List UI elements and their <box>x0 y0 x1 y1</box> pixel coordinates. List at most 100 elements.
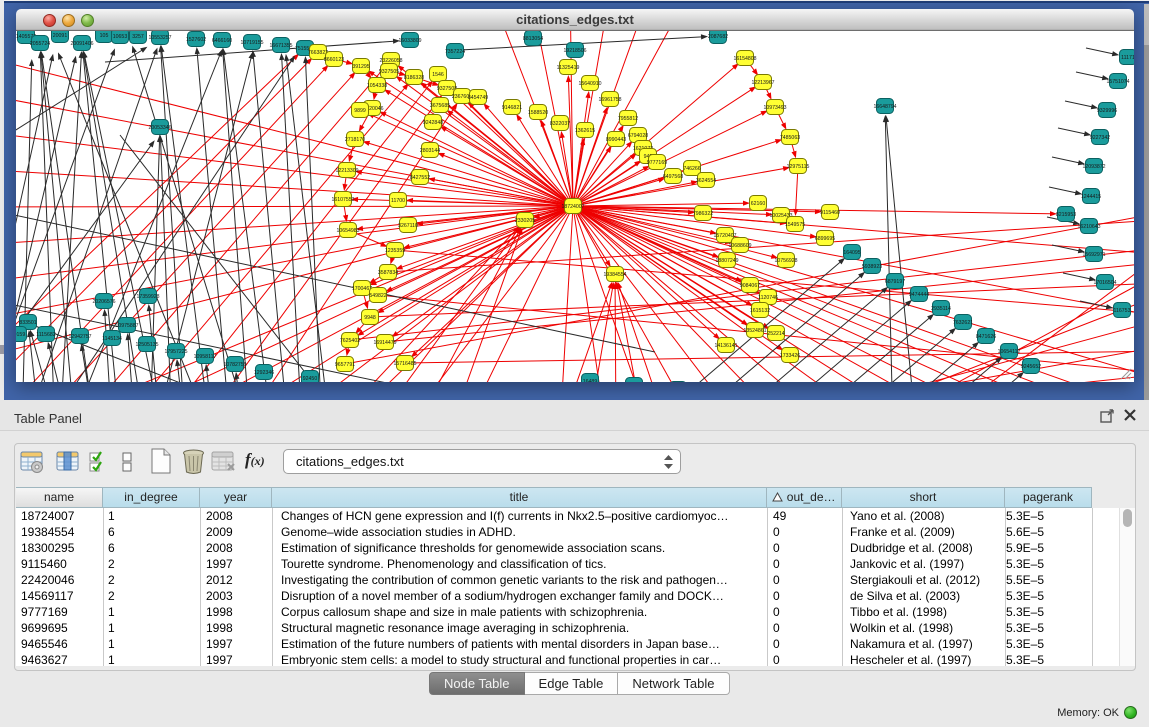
svg-text:9327505: 9327505 <box>379 69 399 75</box>
svg-text:10553257: 10553257 <box>148 35 171 41</box>
svg-text:252214: 252214 <box>767 331 784 337</box>
svg-text:3257: 3257 <box>132 34 144 40</box>
svg-text:7632621: 7632621 <box>953 320 973 326</box>
svg-text:6879197: 6879197 <box>885 279 905 285</box>
svg-text:2935114: 2935114 <box>931 306 951 312</box>
svg-text:2087682: 2087682 <box>708 34 728 40</box>
svg-text:12213967: 12213967 <box>751 80 774 86</box>
svg-text:16961758: 16961758 <box>598 97 621 103</box>
svg-text:6466160: 6466160 <box>212 38 232 44</box>
svg-text:9227342: 9227342 <box>1090 135 1110 141</box>
svg-text:9948: 9948 <box>364 315 376 321</box>
svg-text:10654983: 10654983 <box>336 228 359 234</box>
svg-text:8660123: 8660123 <box>324 57 344 63</box>
svg-text:10782759: 10782759 <box>223 362 246 368</box>
svg-text:1362615: 1362615 <box>575 128 595 134</box>
svg-text:8454749: 8454749 <box>468 95 488 101</box>
svg-text:9115460: 9115460 <box>820 210 840 216</box>
svg-text:8471626: 8471626 <box>976 334 996 340</box>
svg-text:16914479: 16914479 <box>373 340 396 346</box>
svg-text:8813054: 8813054 <box>523 36 543 42</box>
svg-text:6497568: 6497568 <box>663 174 683 180</box>
svg-text:1054338: 1054338 <box>367 83 387 89</box>
svg-text:10756928: 10756928 <box>774 258 797 264</box>
svg-text:3675685: 3675685 <box>430 103 450 109</box>
svg-text:12942757: 12942757 <box>68 334 91 340</box>
svg-text:7625402: 7625402 <box>340 338 360 344</box>
svg-text:16107553: 16107553 <box>331 197 354 203</box>
svg-text:20053346: 20053346 <box>148 125 171 131</box>
svg-text:746266: 746266 <box>683 166 700 172</box>
svg-text:10973493: 10973493 <box>763 105 786 111</box>
svg-text:3624554: 3624554 <box>696 178 716 184</box>
svg-text:2330205: 2330205 <box>515 218 535 224</box>
svg-text:12213309: 12213309 <box>335 168 358 174</box>
svg-text:1292346: 1292346 <box>254 370 274 376</box>
svg-text:18807249: 18807249 <box>715 258 738 264</box>
svg-text:12975115: 12975115 <box>787 164 810 170</box>
svg-text:20206576: 20206576 <box>92 299 115 305</box>
svg-text:1549575: 1549575 <box>785 222 805 228</box>
svg-text:23226058: 23226058 <box>379 58 402 64</box>
svg-text:11171: 11171 <box>1121 55 1134 61</box>
svg-text:19218506: 19218506 <box>563 48 586 54</box>
svg-text:39159: 39159 <box>16 332 25 338</box>
svg-text:9245652: 9245652 <box>1021 364 1041 370</box>
svg-text:6899695: 6899695 <box>815 236 835 242</box>
svg-text:15751074: 15751074 <box>1106 79 1129 85</box>
svg-text:10975887: 10975887 <box>115 323 138 329</box>
svg-text:2055724: 2055724 <box>30 41 50 47</box>
svg-text:13524861: 13524861 <box>743 328 766 334</box>
svg-text:1235359: 1235359 <box>385 248 405 254</box>
svg-text:20091406: 20091406 <box>70 41 93 47</box>
svg-text:1588520: 1588520 <box>528 110 548 116</box>
svg-text:1120746: 1120746 <box>758 295 778 301</box>
svg-text:12505135: 12505135 <box>135 342 158 348</box>
svg-text:7955812: 7955812 <box>618 116 638 122</box>
svg-text:14136141: 14136141 <box>714 343 737 349</box>
svg-text:16648794: 16648794 <box>873 104 896 110</box>
svg-text:10653: 10653 <box>113 34 128 40</box>
svg-text:17957225: 17957225 <box>164 349 187 355</box>
svg-text:3587834: 3587834 <box>378 270 398 276</box>
svg-text:92450: 92450 <box>303 376 318 382</box>
svg-text:11325419: 11325419 <box>557 65 580 71</box>
svg-text:1546: 1546 <box>432 72 444 78</box>
svg-text:105: 105 <box>100 33 109 39</box>
svg-text:10958117: 10958117 <box>194 354 217 360</box>
svg-text:10654112: 10654112 <box>998 349 1021 355</box>
svg-text:3267110: 3267110 <box>398 223 418 229</box>
svg-text:16033809: 16033809 <box>398 38 421 44</box>
svg-text:19384554: 19384554 <box>603 272 626 278</box>
svg-text:9474444: 9474444 <box>909 292 929 298</box>
svg-text:7357224: 7357224 <box>445 49 465 55</box>
svg-text:9899: 9899 <box>354 108 366 114</box>
svg-text:20091: 20091 <box>53 33 68 39</box>
svg-text:16210643: 16210643 <box>1077 224 1100 230</box>
svg-text:9777169: 9777169 <box>647 160 667 166</box>
svg-text:6794028: 6794028 <box>628 133 648 139</box>
svg-text:7986322: 7986322 <box>693 211 713 217</box>
svg-text:1115682: 1115682 <box>36 332 56 338</box>
svg-text:1244415: 1244415 <box>1081 194 1101 200</box>
svg-text:16489: 16489 <box>583 379 598 382</box>
svg-text:18724007: 18724007 <box>561 204 584 210</box>
svg-text:15640910: 15640910 <box>578 81 601 87</box>
svg-text:10688609: 10688609 <box>728 243 751 249</box>
svg-text:9657791: 9657791 <box>335 362 355 368</box>
svg-text:9242848: 9242848 <box>423 120 443 126</box>
svg-text:5938923: 5938923 <box>862 264 882 270</box>
svg-text:391295: 391295 <box>352 64 369 70</box>
svg-text:62160: 62160 <box>751 201 766 207</box>
svg-text:16671355: 16671355 <box>269 43 292 49</box>
svg-text:1733426: 1733426 <box>780 353 800 359</box>
svg-text:1527602: 1527602 <box>186 37 206 43</box>
svg-text:2718170: 2718170 <box>345 137 365 143</box>
svg-text:12093872: 12093872 <box>1082 164 1105 170</box>
svg-text:11700: 11700 <box>391 198 405 204</box>
svg-text:17016504: 17016504 <box>1093 280 1116 286</box>
svg-text:8990443: 8990443 <box>606 137 626 143</box>
svg-text:10719155: 10719155 <box>240 40 263 46</box>
svg-text:9084067: 9084067 <box>740 283 760 289</box>
svg-text:1615132: 1615132 <box>750 308 770 314</box>
